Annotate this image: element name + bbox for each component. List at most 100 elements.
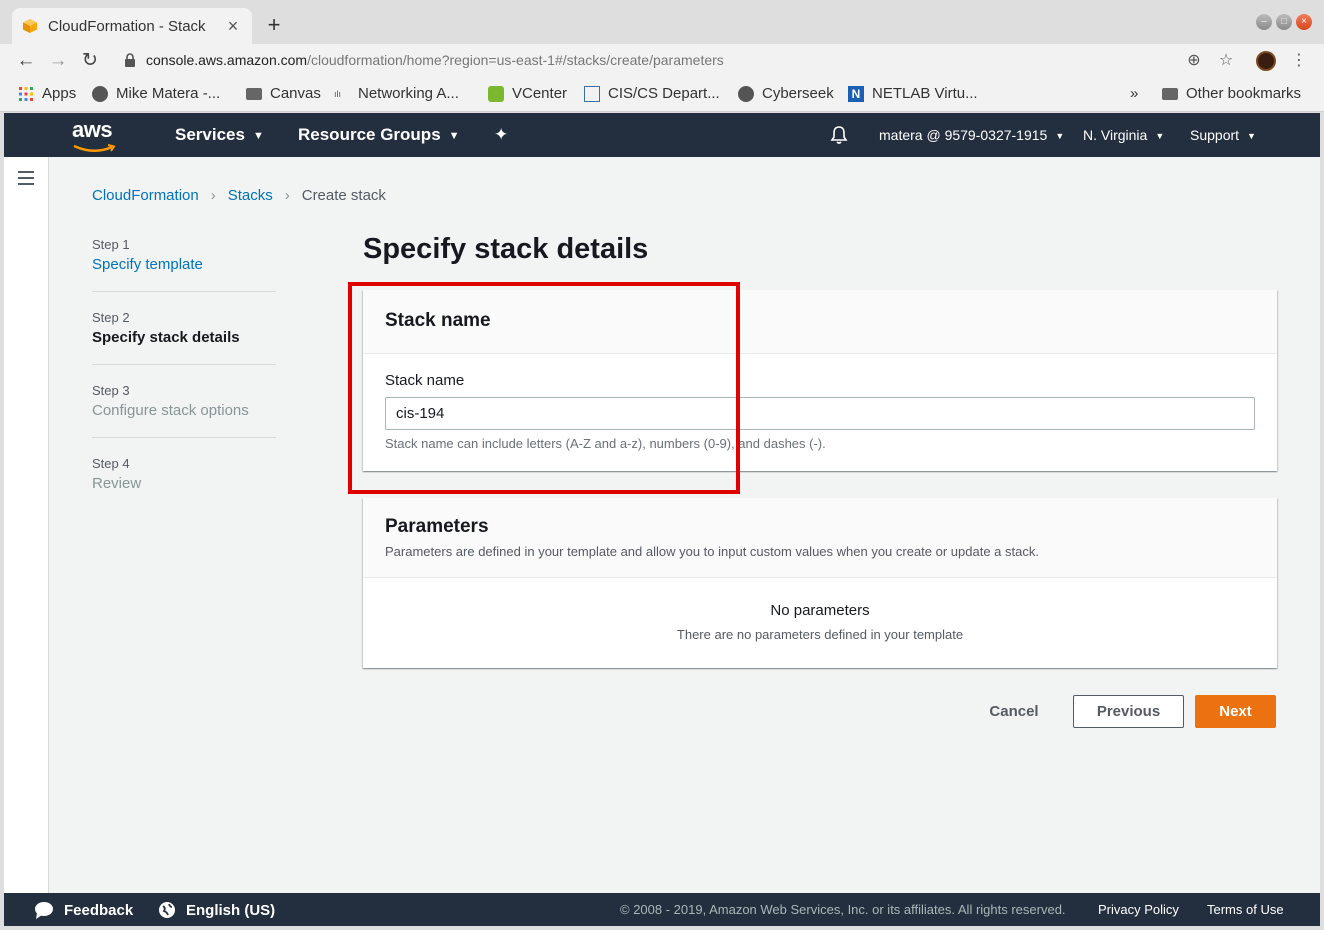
bookmark-apps[interactable]: Apps bbox=[18, 85, 76, 102]
close-window-icon[interactable]: × bbox=[1296, 14, 1312, 30]
address-bar: ← → ↻ console.aws.amazon.com/cloudformat… bbox=[0, 44, 1324, 78]
breadcrumb-cloudformation[interactable]: CloudFormation bbox=[92, 187, 199, 204]
empty-description: There are no parameters defined in your … bbox=[676, 627, 964, 642]
side-nav-rail bbox=[4, 157, 49, 893]
apps-grid-icon bbox=[19, 86, 33, 101]
globe-icon bbox=[92, 85, 108, 102]
bookmark-label: Apps bbox=[42, 85, 77, 102]
folder-icon bbox=[1162, 87, 1178, 100]
browser-tab-strip: CloudFormation - Stack × + – □ × bbox=[0, 0, 1324, 44]
page-title: Specify stack details bbox=[363, 233, 649, 265]
step-link-specify-template[interactable]: Specify template bbox=[92, 256, 276, 273]
bookmark-label: Cyberseek bbox=[762, 85, 834, 102]
wizard-step-1: Step 1 Specify template bbox=[92, 237, 276, 292]
url-field[interactable]: console.aws.amazon.com/cloudformation/ho… bbox=[146, 52, 724, 68]
bookmark-label: VCenter bbox=[512, 85, 568, 102]
bookmark-netlab[interactable]: N NETLAB Virtu... bbox=[848, 85, 978, 102]
bell-icon[interactable] bbox=[830, 125, 848, 145]
profile-avatar[interactable] bbox=[1256, 51, 1276, 71]
hamburger-menu-icon[interactable] bbox=[18, 171, 34, 185]
account-label: matera @ 9579-0327-1915 bbox=[879, 127, 1048, 143]
step-label-current: Specify stack details bbox=[92, 329, 240, 346]
cisco-icon: ılı bbox=[334, 88, 342, 99]
breadcrumb-stacks[interactable]: Stacks bbox=[228, 187, 273, 204]
feedback-label: Feedback bbox=[64, 901, 134, 919]
aws-logo[interactable]: aws bbox=[72, 119, 118, 159]
resource-groups-menu[interactable]: Resource Groups ▼ bbox=[298, 125, 460, 145]
bookmark-vcenter[interactable]: VCenter bbox=[488, 85, 567, 102]
window-controls: – □ × bbox=[1256, 14, 1312, 30]
bookmarks-overflow-icon[interactable]: » bbox=[1130, 85, 1138, 102]
account-menu[interactable]: matera @ 9579-0327-1915 ▼ bbox=[879, 127, 1064, 143]
netlab-icon: N bbox=[848, 85, 864, 102]
forward-arrow-icon[interactable]: → bbox=[46, 49, 70, 73]
terms-of-use-link[interactable]: Terms of Use bbox=[1207, 902, 1284, 917]
zoom-icon[interactable]: ⊕ bbox=[1183, 50, 1205, 70]
breadcrumb-current: Create stack bbox=[301, 187, 386, 204]
url-host: console.aws.amazon.com bbox=[146, 52, 308, 68]
bookmark-cyberseek[interactable]: Cyberseek bbox=[738, 85, 834, 102]
bookmark-label: CIS/CS Depart... bbox=[608, 85, 720, 102]
red-highlight-box bbox=[348, 282, 740, 494]
resource-groups-label: Resource Groups bbox=[298, 125, 441, 144]
bookmark-star-icon[interactable]: ☆ bbox=[1215, 50, 1237, 70]
browser-tab[interactable]: CloudFormation - Stack × bbox=[12, 8, 252, 44]
step-number: Step 2 bbox=[92, 310, 130, 325]
previous-button[interactable]: Previous bbox=[1073, 695, 1184, 728]
bookmark-label: Canvas bbox=[270, 85, 321, 102]
other-bookmarks[interactable]: Other bookmarks bbox=[1162, 85, 1301, 102]
services-menu[interactable]: Services ▼ bbox=[175, 125, 264, 145]
url-path: /cloudformation/home?region=us-east-1#/s… bbox=[307, 52, 724, 68]
overflow-label: » bbox=[1130, 85, 1139, 102]
next-button[interactable]: Next bbox=[1195, 695, 1276, 728]
bookmark-mike-matera[interactable]: Mike Matera -... bbox=[92, 85, 220, 102]
bookmark-networking[interactable]: ılı Networking A... bbox=[334, 85, 459, 102]
globe-icon bbox=[159, 902, 175, 918]
wizard-steps: Step 1 Specify template Step 2 Specify s… bbox=[92, 237, 276, 528]
services-label: Services bbox=[175, 125, 245, 144]
minimize-icon[interactable]: – bbox=[1256, 14, 1272, 30]
empty-state: No parameters There are no parameters de… bbox=[363, 578, 1277, 668]
tab-title: CloudFormation - Stack bbox=[48, 17, 206, 35]
bookmarks-bar: Apps Mike Matera -... Canvas ılı Network… bbox=[0, 78, 1324, 112]
chevron-down-icon: ▼ bbox=[252, 129, 264, 142]
pin-icon[interactable]: ✦ bbox=[494, 125, 508, 145]
chevron-right-icon: › bbox=[210, 187, 216, 204]
language-selector[interactable]: English (US) bbox=[158, 901, 275, 919]
bookmark-label: NETLAB Virtu... bbox=[872, 85, 978, 102]
cancel-button[interactable]: Cancel bbox=[974, 695, 1054, 728]
language-label: English (US) bbox=[186, 901, 276, 919]
new-tab-icon[interactable]: + bbox=[262, 12, 286, 38]
browser-menu-icon[interactable]: ⋮ bbox=[1288, 50, 1310, 70]
privacy-policy-link[interactable]: Privacy Policy bbox=[1098, 902, 1179, 917]
other-bookmarks-label: Other bookmarks bbox=[1186, 85, 1302, 102]
copyright-text: © 2008 - 2019, Amazon Web Services, Inc.… bbox=[620, 902, 1066, 917]
bookmark-canvas[interactable]: Canvas bbox=[246, 85, 321, 102]
step-number: Step 1 bbox=[92, 237, 130, 252]
bookmark-label: Networking A... bbox=[358, 85, 459, 102]
support-menu[interactable]: Support ▼ bbox=[1190, 127, 1256, 143]
console-footer: Feedback English (US) © 2008 - 2019, Ama… bbox=[4, 893, 1320, 926]
feedback-link[interactable]: Feedback bbox=[34, 901, 133, 919]
region-menu[interactable]: N. Virginia ▼ bbox=[1083, 127, 1164, 143]
window-bottom-edge bbox=[0, 926, 1324, 930]
bookmark-cis-cs[interactable]: CIS/CS Depart... bbox=[584, 85, 720, 102]
panel-description: Parameters are defined in your template … bbox=[385, 544, 1039, 559]
maximize-icon[interactable]: □ bbox=[1276, 14, 1292, 30]
panel-title: Parameters bbox=[385, 516, 489, 537]
tab-close-icon[interactable]: × bbox=[224, 16, 242, 37]
aws-smile-icon bbox=[73, 144, 116, 152]
chevron-down-icon: ▼ bbox=[1055, 131, 1065, 142]
back-arrow-icon[interactable]: ← bbox=[14, 49, 38, 73]
globe-icon bbox=[738, 85, 754, 102]
step-label-disabled: Configure stack options bbox=[92, 402, 249, 419]
speech-bubble-icon bbox=[35, 902, 53, 919]
wizard-step-3: Step 3 Configure stack options bbox=[92, 383, 276, 438]
breadcrumb: CloudFormation › Stacks › Create stack bbox=[92, 187, 386, 204]
step-number: Step 4 bbox=[92, 456, 130, 471]
empty-title: No parameters bbox=[770, 602, 870, 619]
wizard-step-2: Step 2 Specify stack details bbox=[92, 310, 276, 365]
reload-icon[interactable]: ↻ bbox=[78, 49, 102, 73]
aws-top-nav: aws Services ▼ Resource Groups ▼ ✦ matera … bbox=[4, 113, 1320, 157]
console-body: CloudFormation › Stacks › Create stack Step … bbox=[4, 157, 1320, 893]
